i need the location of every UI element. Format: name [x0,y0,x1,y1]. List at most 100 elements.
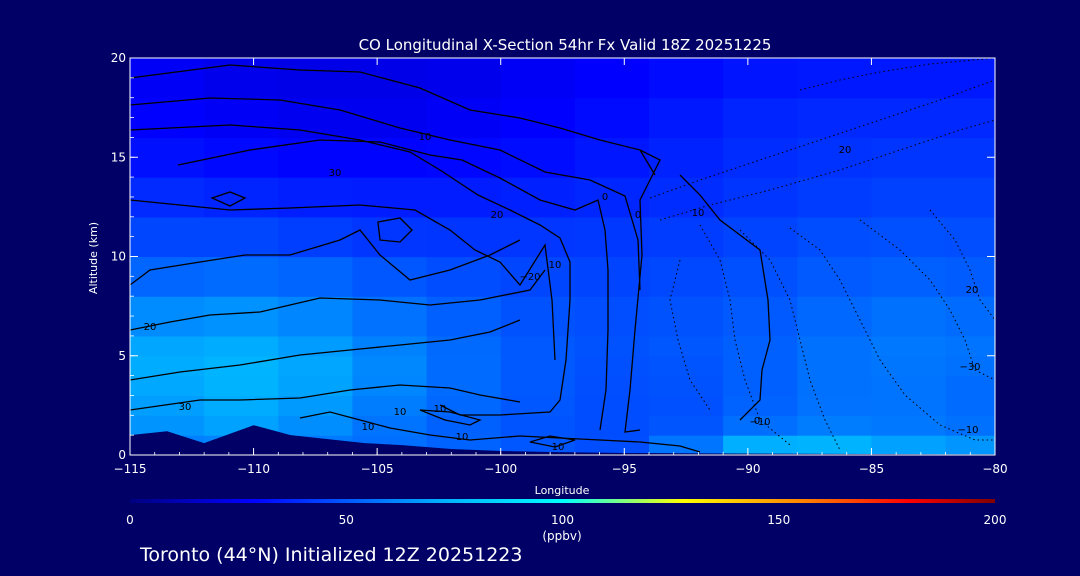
field-cell [426,97,502,138]
field-cell [723,137,798,178]
colorbar-tick-label: 150 [767,513,790,527]
contour-label: 20 [144,322,157,333]
contour-label: 0 [602,192,608,203]
contour-label: −10 [957,425,978,436]
x-tick-label: −100 [484,462,517,476]
field-cell [426,256,502,297]
field-cell [797,375,872,396]
field-cell [574,335,650,357]
field-cell [574,395,650,416]
field-cell [871,435,947,455]
field-cell [723,177,798,218]
field-cell [574,58,650,99]
field-cell [574,375,650,396]
x-tick-label: −80 [982,462,1007,476]
co-cross-section-chart: CO Longitudinal X-Section 54hr Fx Valid … [87,36,1008,566]
field-cell [204,335,279,357]
field-cell [797,435,872,455]
field-cell [500,296,576,337]
field-cell [278,137,353,178]
x-tick-label: −110 [237,462,270,476]
field-cell [649,415,724,436]
y-tick-label: 15 [111,150,126,164]
field-cell [130,335,205,357]
colorbar-tick-label: 200 [984,513,1007,527]
field-cell [649,296,724,337]
field-cell [204,256,279,297]
chart-title: CO Longitudinal X-Section 54hr Fx Valid … [359,36,772,54]
field-cell [797,415,872,436]
field-cell [871,58,947,99]
x-axis-label: Longitude [535,484,590,497]
field-cell [426,58,502,99]
contour-label: 10 [419,132,432,143]
y-axis-label: Altitude (km) [87,222,100,294]
field-cell [945,335,995,357]
field-cell [797,97,872,138]
contour-label: 30 [329,168,342,179]
field-cell [945,395,995,416]
x-tick-label: −95 [612,462,637,476]
field-cell [204,375,279,396]
field-cell [130,355,205,377]
field-cell [574,97,650,138]
field-cell [130,58,205,99]
field-cell [130,177,205,218]
contour-label: 30 [179,402,192,413]
colorbar-units: (ppbv) [542,529,581,543]
field-cell [500,58,576,99]
field-cell [352,177,428,218]
x-tick-label: −85 [859,462,884,476]
field-cell [278,177,353,218]
field-cell [797,177,872,218]
contour-label: 10 [552,442,565,453]
field-cell [130,137,205,178]
field-cell [871,256,947,297]
field-cell [278,58,353,99]
field-cell [278,375,353,396]
field-cell [130,296,205,337]
field-cell [723,97,798,138]
field-cell [500,97,576,138]
field-cell [649,355,724,377]
field-cell [500,415,576,436]
field-cell [278,256,353,297]
field-cell [649,375,724,396]
colorbar [130,499,995,503]
contour-label: 0 [635,210,641,221]
field-cell [574,415,650,436]
colorbar-tick-label: 100 [551,513,574,527]
field-cell [871,335,947,357]
field-cell [500,375,576,396]
field-cell [945,216,995,258]
field-cell [945,177,995,218]
contour-label: 20 [491,210,504,221]
field-cell [426,355,502,377]
field-cell [871,97,947,138]
field-cell [204,97,279,138]
field-cell [871,415,947,436]
field-cell [130,216,205,258]
contour-label: −20 [519,272,540,283]
colorbar-tick-label: 50 [339,513,354,527]
contour-label: 10 [434,404,447,415]
contour-label: 20 [839,145,852,156]
contour-label: 10 [456,432,469,443]
field-cell [871,395,947,416]
field-cell [649,435,724,455]
field-cell [500,137,576,178]
field-cell [204,355,279,377]
field-cell [797,395,872,416]
field-cell [871,355,947,377]
contour-label: 10 [692,208,705,219]
y-tick-label: 20 [111,51,126,65]
field-cell [723,435,798,455]
field-cell [723,355,798,377]
field-cell [797,216,872,258]
contour-label: 20 [966,285,979,296]
field-cell [797,256,872,297]
field-cell [871,177,947,218]
field-cell [204,58,279,99]
field-cell [426,335,502,357]
field-cell [649,395,724,416]
